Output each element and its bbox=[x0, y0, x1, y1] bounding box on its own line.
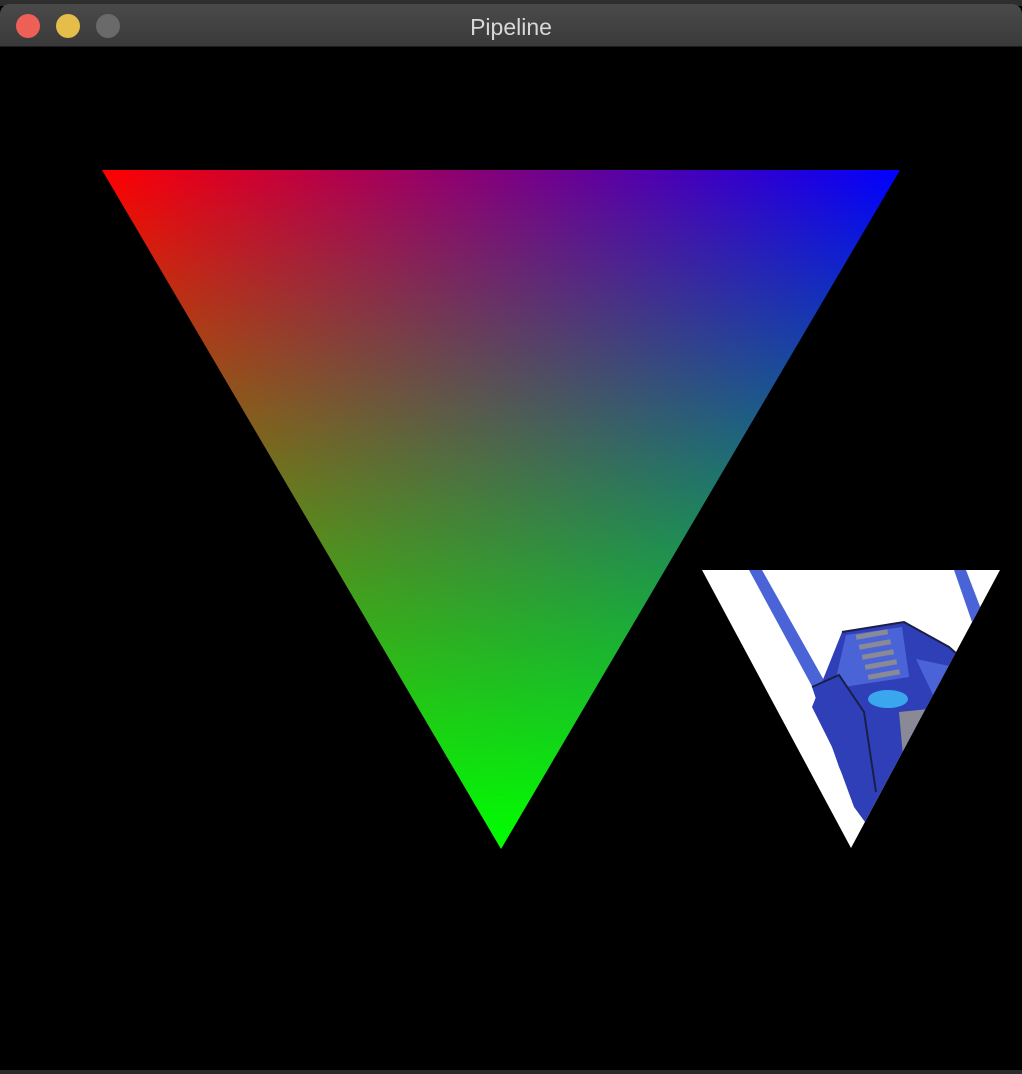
app-window: Pipeline bbox=[0, 0, 1022, 1074]
color-triangle bbox=[102, 170, 900, 849]
textured-triangle bbox=[702, 570, 1000, 848]
title-bar[interactable]: Pipeline bbox=[0, 4, 1022, 47]
window-title: Pipeline bbox=[470, 14, 552, 40]
window-bottom-edge bbox=[0, 1070, 1022, 1074]
render-canvas bbox=[102, 170, 1000, 849]
render-viewport bbox=[4, 47, 1022, 1070]
